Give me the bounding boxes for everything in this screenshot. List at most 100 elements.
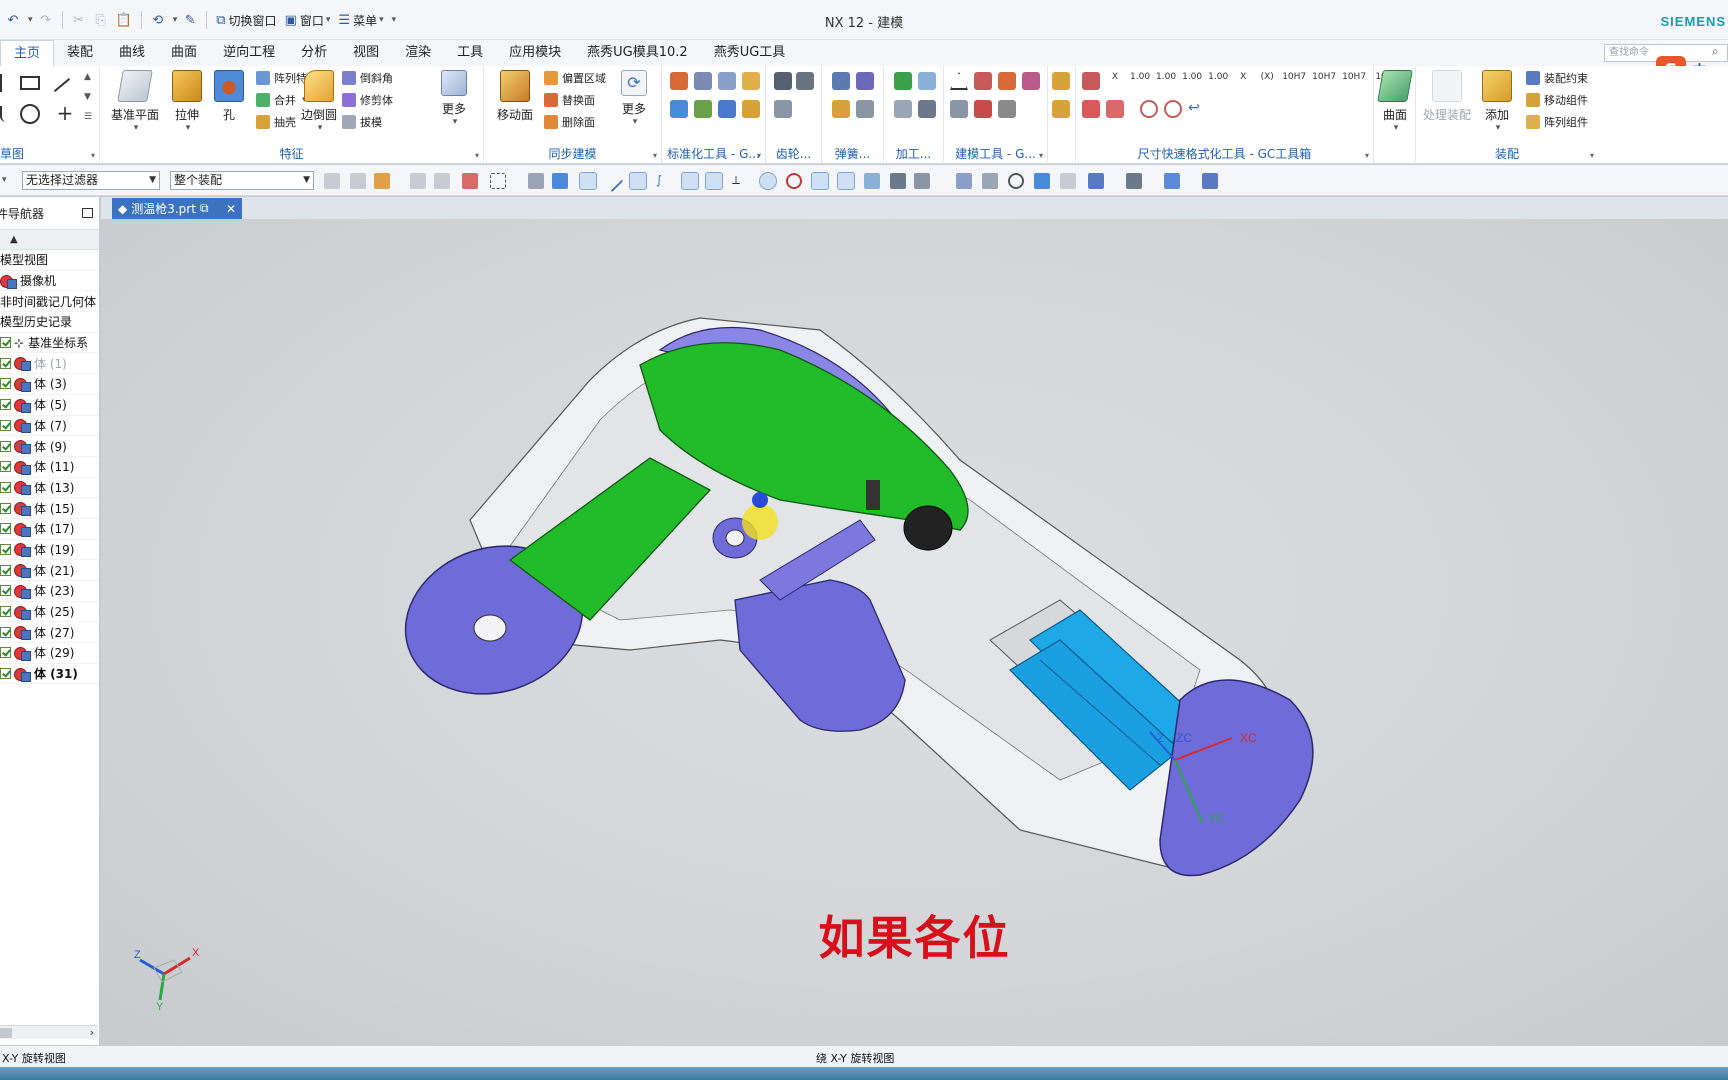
tab-0[interactable]: 主页 [0,40,55,66]
chevron-down-icon[interactable]: ▾ [91,151,95,160]
tree-node[interactable]: 体 (27) [0,622,99,644]
fit-view-icon[interactable] [956,173,972,189]
dimension-tool-icon[interactable] [1106,100,1124,118]
spring-icon[interactable] [832,100,850,118]
check-icon[interactable] [894,72,912,90]
snap-icon[interactable] [434,173,450,189]
spring-icon[interactable] [856,72,874,90]
snap-icon[interactable] [914,173,930,189]
tab-1[interactable]: 装配 [54,40,106,66]
tree-node[interactable]: 摄像机 [0,271,99,292]
visibility-checkbox[interactable] [0,399,11,411]
std-tool-icon[interactable] [694,100,712,118]
scroll-right-icon[interactable]: › [90,1026,94,1039]
cube-icon[interactable] [552,173,568,189]
tool-icon[interactable] [1052,100,1070,118]
layout-icon[interactable] [1088,173,1104,189]
snap-curve-icon[interactable]: ∫ [656,173,672,189]
tab-7[interactable]: 渲染 [392,40,444,66]
pan-icon[interactable] [1034,173,1050,189]
dimension-format-button[interactable]: 1.00 [1182,72,1202,82]
diameter-icon[interactable] [1164,100,1182,118]
document-tab[interactable]: ◆ 测温枪3.prt ⧉ ✕ [112,198,242,219]
maximize-icon[interactable] [82,208,93,218]
tree-node[interactable]: 模型视图 [0,250,99,271]
arc-icon[interactable] [0,106,6,122]
feature-more-button[interactable]: 更多 ▾ [436,70,472,127]
std-tool-icon[interactable] [718,100,736,118]
std-tool-icon[interactable] [718,72,736,90]
tree-node[interactable]: 体 (13) [0,478,99,499]
section-view-icon[interactable] [1202,173,1218,189]
std-tool-icon[interactable] [742,100,760,118]
datum-plane-button[interactable]: 基准平面 ▾ [110,70,160,133]
horizontal-scrollbar[interactable]: › [0,1025,98,1039]
tree-node[interactable]: 体 (7) [0,416,99,437]
tree-node[interactable]: 体 (9) [0,436,99,457]
selection-scope-dropdown[interactable]: 整个装配 ▼ [170,171,314,190]
tree-node[interactable]: 体 (21) [0,560,99,581]
tree-node[interactable]: ⊹ 基准坐标系 [0,333,99,354]
tree-node[interactable]: 体 (3) [0,374,99,395]
navigator-column-header[interactable]: ▲ [0,230,99,250]
tab-2[interactable]: 曲线 [106,40,158,66]
close-icon[interactable]: ✕ [226,202,236,216]
move-face-button[interactable]: 移动面 [490,70,540,123]
visibility-checkbox[interactable] [0,585,11,597]
visibility-checkbox[interactable] [0,626,11,638]
scrollbar-thumb[interactable] [0,1028,12,1038]
dimension-format-button[interactable]: 1.00 [1130,72,1150,82]
tab-5[interactable]: 分析 [288,40,340,66]
chamfer-button[interactable]: 倒斜角 [342,68,393,88]
std-tool-icon[interactable] [670,72,688,90]
tab-10[interactable]: 燕秀UG模具10.2 [574,40,701,66]
zoom-icon[interactable] [982,173,998,189]
modeling-tool-icon[interactable] [950,100,968,118]
offset-region-button[interactable]: 偏置区域 [544,68,606,88]
snap-point-icon[interactable] [811,172,829,190]
selection-mode-icon[interactable] [374,173,390,189]
machining-icon[interactable] [918,100,936,118]
line-icon[interactable] [53,77,71,93]
view-icon[interactable] [1060,173,1076,189]
diameter-icon[interactable] [1140,100,1158,118]
render-style-icon[interactable] [1126,173,1142,189]
tree-node[interactable]: 体 (5) [0,395,99,416]
tool-icon[interactable] [1052,72,1070,90]
tree-node[interactable]: 体 (23) [0,581,99,602]
modeling-tool-icon[interactable] [1022,72,1040,90]
tab-6[interactable]: 视图 [340,40,392,66]
search-icon[interactable]: ⌕ [1712,44,1719,59]
dimension-format-button[interactable]: (X) [1258,72,1276,82]
chevron-down-icon[interactable]: ▾ [653,151,657,160]
visibility-checkbox[interactable] [0,440,11,452]
tree-node[interactable]: 模型历史记录 [0,312,99,333]
surface-button[interactable]: 曲面 ▾ [1370,70,1420,133]
draft-button[interactable]: 拔模 [342,112,382,132]
dimension-format-button[interactable]: 1.00 [1208,72,1228,82]
dimension-format-button[interactable]: 1.00 [1156,72,1176,82]
chevron-down-icon[interactable]: ▾ [1039,151,1043,160]
dimension-tool-icon[interactable] [1082,100,1100,118]
tree-node[interactable]: 体 (29) [0,643,99,664]
snap-midpoint-icon[interactable] [629,172,647,190]
tab-3[interactable]: 曲面 [158,40,210,66]
tree-node[interactable]: 体 (15) [0,498,99,519]
point-icon[interactable]: + [56,103,74,123]
snap-bounded-icon[interactable] [890,173,906,189]
visibility-checkbox[interactable] [0,357,11,369]
snap-quadrant-icon[interactable] [786,173,802,189]
visibility-checkbox[interactable] [0,668,11,680]
trim-body-button[interactable]: 修剪体 [342,90,393,110]
dimension-tool-icon[interactable] [1082,72,1100,90]
dimension-format-button[interactable]: 10H7 [1282,72,1306,82]
visibility-checkbox[interactable] [0,419,11,431]
modeling-tool-icon[interactable] [998,100,1016,118]
undo-format-icon[interactable]: ↩ [1188,100,1206,118]
chevron-down-icon[interactable]: ▾ [757,151,761,160]
type-filter-dropdown[interactable]: 无选择过滤器 ▼ [22,171,160,190]
spring-icon[interactable] [832,72,850,90]
std-tool-icon[interactable] [670,100,688,118]
move-component-button[interactable]: 移动组件 [1526,90,1588,110]
sketch-group-label[interactable]: 草图 [0,145,99,162]
